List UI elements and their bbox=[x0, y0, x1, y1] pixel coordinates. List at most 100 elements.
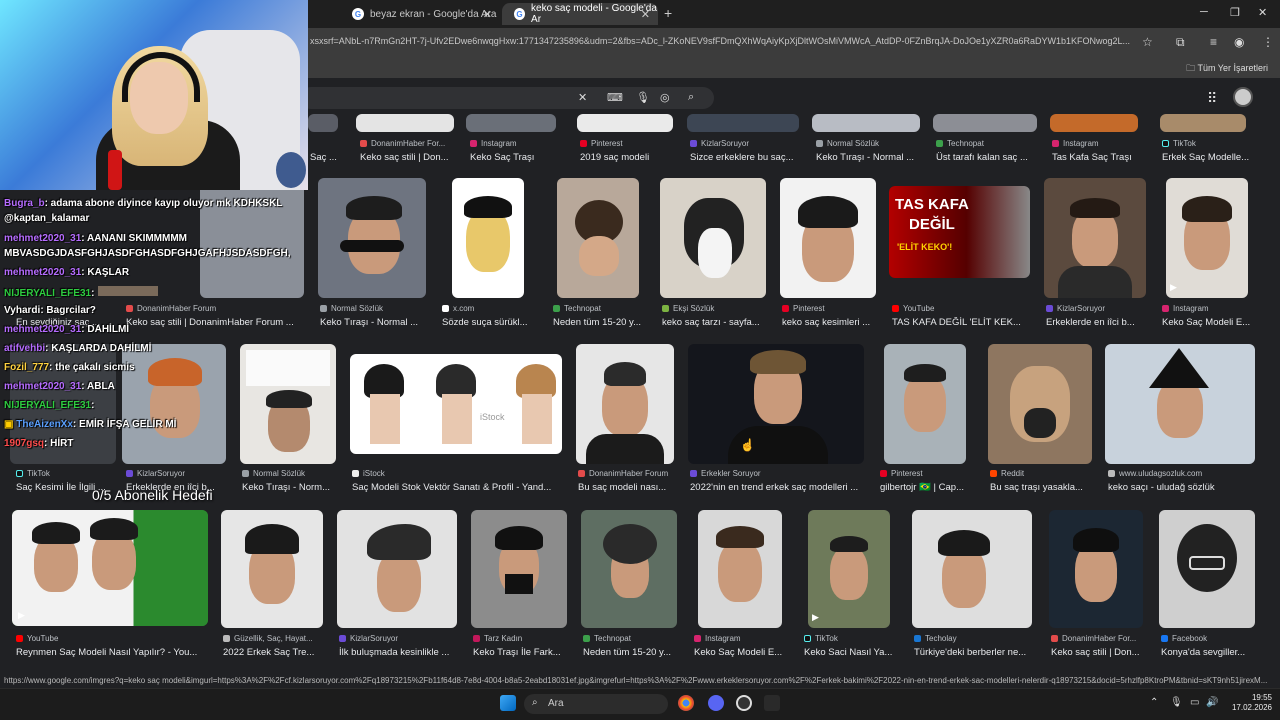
result-source[interactable]: Technopat bbox=[583, 634, 631, 643]
chrome-icon[interactable] bbox=[678, 695, 694, 711]
result-source[interactable]: www.uludagsozluk.com bbox=[1108, 469, 1202, 478]
result-image[interactable] bbox=[1050, 114, 1138, 132]
result-source[interactable]: Reddit bbox=[990, 469, 1024, 478]
result-image[interactable] bbox=[933, 114, 1037, 132]
result-image[interactable]: ▶ bbox=[1166, 178, 1248, 298]
tab-keko-sac-modeli[interactable]: G keko saç modeli - Google'da Ar ✕ bbox=[502, 3, 658, 25]
result-caption[interactable]: Tas Kafa Saç Traşı bbox=[1052, 152, 1148, 163]
result-image[interactable]: TAS KAFA DEĞİL 'ELİT KEKO'! bbox=[889, 186, 1030, 278]
result-caption[interactable]: Konya'da sevgiller... bbox=[1161, 647, 1257, 658]
result-caption[interactable]: Sizce erkeklere bu saç... bbox=[690, 152, 800, 163]
result-image[interactable]: ▶ bbox=[12, 510, 208, 626]
result-source[interactable]: DonanimHaber Forum bbox=[578, 469, 668, 478]
volume-icon[interactable]: 🔊 bbox=[1206, 697, 1218, 708]
result-image[interactable] bbox=[308, 114, 338, 132]
all-bookmarks-folder[interactable]: 🗀 Tüm Yer İşaretleri bbox=[1186, 61, 1268, 77]
result-caption[interactable]: 2022'nin en trend erkek saç modelleri ..… bbox=[690, 482, 866, 493]
result-image[interactable]: iStock bbox=[350, 354, 562, 454]
result-image[interactable] bbox=[1049, 510, 1143, 628]
result-image[interactable] bbox=[687, 114, 799, 132]
lens-icon[interactable]: ◎ bbox=[660, 91, 670, 104]
result-caption[interactable]: keko saç tarzı - sayfa... bbox=[662, 317, 768, 328]
window-close-icon[interactable]: ✕ bbox=[1258, 6, 1267, 19]
result-source[interactable]: Pinterest bbox=[880, 469, 923, 478]
result-source[interactable]: Technopat bbox=[553, 304, 601, 313]
account-avatar[interactable] bbox=[1233, 87, 1253, 107]
result-caption[interactable]: İlk buluşmada kesinlikle ... bbox=[339, 647, 457, 658]
keyboard-icon[interactable]: ⌨ bbox=[607, 91, 623, 104]
result-source[interactable]: KizlarSoruyor bbox=[690, 139, 749, 148]
result-source[interactable]: x.com bbox=[442, 304, 474, 313]
result-source[interactable]: Ekşi Sözlük bbox=[662, 304, 714, 313]
result-source[interactable]: Normal Sözlük bbox=[816, 139, 879, 148]
result-caption[interactable]: 2019 saç modeli bbox=[580, 152, 680, 163]
result-image[interactable] bbox=[660, 178, 766, 298]
result-image[interactable] bbox=[577, 114, 673, 132]
result-source[interactable]: Facebook bbox=[1161, 634, 1207, 643]
result-caption[interactable]: keko saçı - uludağ sözlük bbox=[1108, 482, 1258, 493]
media-icon[interactable]: ≡ bbox=[1210, 35, 1217, 49]
result-caption[interactable]: Saç ... bbox=[310, 152, 350, 163]
result-caption[interactable]: Sözde suça sürükl... bbox=[442, 317, 534, 328]
close-icon[interactable]: ✕ bbox=[483, 8, 492, 21]
obs-icon[interactable] bbox=[736, 695, 752, 711]
result-source[interactable]: Technopat bbox=[936, 139, 984, 148]
result-source[interactable]: YouTube bbox=[16, 634, 58, 643]
tab-beyaz-ekran[interactable]: G beyaz ekran - Google'da Ara ✕ bbox=[340, 3, 500, 25]
result-caption[interactable]: Bu saç modeli nası... bbox=[578, 482, 674, 493]
result-caption[interactable]: Keko Tıraşı - Normal ... bbox=[320, 317, 426, 328]
result-source[interactable]: Pinterest bbox=[580, 139, 623, 148]
result-caption[interactable]: Erkek Saç Modelle... bbox=[1162, 152, 1254, 163]
profile-icon[interactable]: ◉ bbox=[1234, 35, 1244, 49]
result-image[interactable] bbox=[337, 510, 457, 628]
result-image[interactable] bbox=[122, 344, 226, 464]
result-image[interactable] bbox=[812, 114, 920, 132]
result-image[interactable] bbox=[1160, 114, 1246, 132]
result-caption[interactable]: 2022 Erkek Saç Tre... bbox=[223, 647, 323, 658]
result-source[interactable]: Instagram bbox=[470, 139, 517, 148]
taskbar-search[interactable]: Ara bbox=[524, 694, 668, 714]
extensions-icon[interactable]: ⧉ bbox=[1176, 35, 1185, 50]
result-caption[interactable]: Keko saç stili | Don... bbox=[1051, 647, 1145, 658]
result-image[interactable] bbox=[780, 178, 876, 298]
result-image[interactable] bbox=[471, 510, 567, 628]
result-source[interactable]: Normal Sözlük bbox=[242, 469, 305, 478]
result-caption[interactable]: TAS KAFA DEĞİL 'ELİT KEK... bbox=[892, 317, 1030, 328]
result-image[interactable] bbox=[557, 178, 639, 298]
result-image[interactable] bbox=[912, 510, 1032, 628]
result-source[interactable]: Normal Sözlük bbox=[320, 304, 383, 313]
result-image[interactable] bbox=[1044, 178, 1146, 298]
result-caption[interactable]: Neden tüm 15-20 y... bbox=[553, 317, 645, 328]
menu-icon[interactable]: ⋮ bbox=[1262, 35, 1274, 49]
result-source[interactable]: TikTok bbox=[804, 634, 838, 643]
result-caption[interactable]: Keko Tıraşı - Normal ... bbox=[816, 152, 920, 163]
chevron-up-icon[interactable]: ⌃ bbox=[1150, 697, 1158, 708]
result-source[interactable]: KizlarSoruyor bbox=[1046, 304, 1105, 313]
result-source[interactable]: KizlarSoruyor bbox=[339, 634, 398, 643]
result-caption[interactable]: Keko Saç Modeli E... bbox=[694, 647, 784, 658]
result-source[interactable]: Pinterest bbox=[782, 304, 825, 313]
result-image[interactable] bbox=[452, 178, 524, 298]
result-image[interactable] bbox=[1105, 344, 1255, 464]
result-image[interactable] bbox=[1159, 510, 1255, 628]
network-icon[interactable]: ▭ bbox=[1190, 697, 1199, 708]
result-caption[interactable]: Erkeklerde en iîci b... bbox=[1046, 317, 1146, 328]
result-image[interactable] bbox=[356, 114, 454, 132]
search-icon[interactable]: ⌕ bbox=[688, 91, 694, 104]
result-source[interactable]: DonanimHaber Forum bbox=[126, 304, 216, 313]
result-source[interactable]: Instagram bbox=[1162, 304, 1209, 313]
result-source[interactable]: Instagram bbox=[694, 634, 741, 643]
result-source[interactable]: Techolay bbox=[914, 634, 957, 643]
result-caption[interactable]: keko saç kesimleri ... bbox=[782, 317, 876, 328]
clear-icon[interactable]: ✕ bbox=[578, 91, 587, 104]
result-image[interactable] bbox=[698, 510, 782, 628]
result-image[interactable] bbox=[200, 178, 304, 298]
result-source[interactable]: Instagram bbox=[1052, 139, 1099, 148]
result-caption[interactable]: Keko Saç Traşı bbox=[470, 152, 570, 163]
result-caption[interactable]: Bu saç traşı yasakla... bbox=[990, 482, 1094, 493]
result-image[interactable] bbox=[466, 114, 556, 132]
result-image[interactable] bbox=[576, 344, 674, 464]
result-image[interactable] bbox=[318, 178, 426, 298]
result-source[interactable]: Tarz Kadın bbox=[473, 634, 522, 643]
result-image[interactable] bbox=[988, 344, 1092, 464]
